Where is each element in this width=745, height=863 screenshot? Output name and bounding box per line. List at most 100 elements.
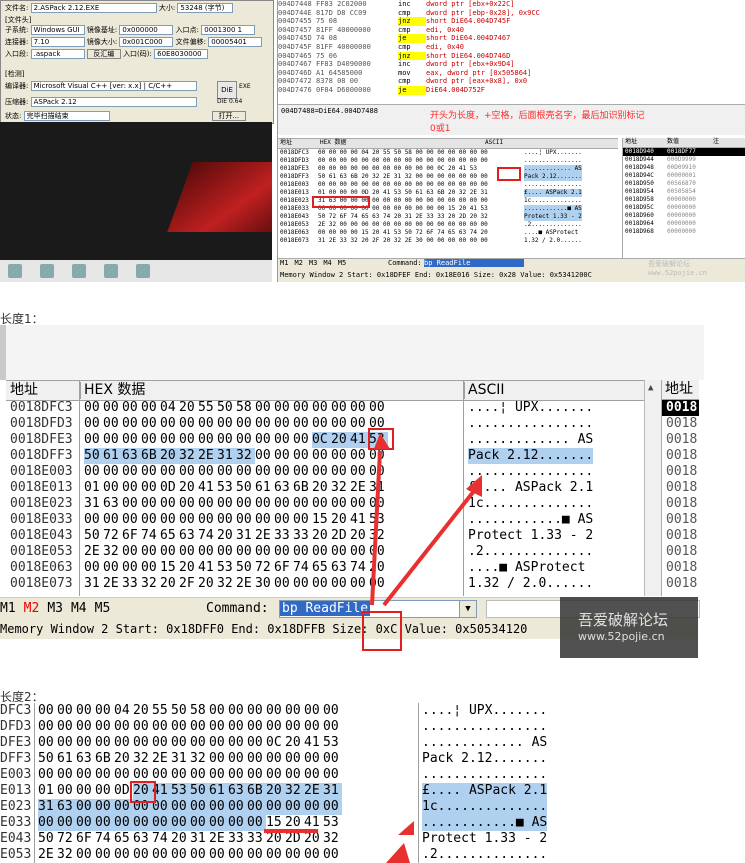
- entry-field[interactable]: 0001300 1: [201, 25, 256, 35]
- imagesize-label: 镜像大小:: [86, 38, 118, 46]
- asm-mnemonic: jnz: [398, 17, 426, 26]
- mini-dump-ascii: 1c..............: [524, 197, 582, 204]
- asm-mnemonic: je: [398, 85, 426, 95]
- mini-memory-tab[interactable]: M4: [323, 259, 331, 267]
- mini-stack-row[interactable]: 0018D960 00000000: [623, 212, 745, 220]
- annotation-line2: 0或1: [430, 124, 451, 134]
- mini-stack-column-header[interactable]: 注: [713, 138, 719, 146]
- ep-section-field[interactable]: .aspack: [30, 49, 85, 59]
- arrowhead-icon: [374, 433, 390, 449]
- asm-line[interactable]: 004D7448 FF83 2C02000 inc dword ptr [ebx+0x…: [278, 0, 745, 9]
- asm-line[interactable]: 004D7476 0F84 D6000000 je DiE64.004D752F: [278, 85, 745, 95]
- mini-dump-hex: 00 00 00 00 04 20 55 50 58 00 00 00 00 0…: [318, 149, 488, 156]
- mini-dump-address: 0018E043: [280, 213, 309, 220]
- packer-field[interactable]: ASPack 2.12: [30, 97, 197, 107]
- mini-dump-row[interactable]: 0018E073 31 2E 33 32 20 2F 20 32 2E 30 00…: [278, 237, 618, 245]
- asm-bytes: 81FF 40000000: [316, 42, 371, 51]
- mini-stack-value: 00000000: [667, 196, 696, 203]
- size-field[interactable]: 53248 (字节): [177, 3, 234, 13]
- mini-dump-column-header[interactable]: 地址: [280, 139, 292, 147]
- mini-dump-column-header[interactable]: HEX 数据: [320, 139, 346, 147]
- mini-memory-tab[interactable]: M3: [309, 259, 317, 267]
- mini-stack-row[interactable]: 0018D94C 00000001: [623, 172, 745, 180]
- asm-mnemonic: inc: [398, 60, 411, 69]
- asm-line[interactable]: 004D7467 FF83 D4090000 inc dword ptr [ebx+0…: [278, 60, 745, 69]
- mini-stack-row[interactable]: 0018D964 00000000: [623, 220, 745, 228]
- mini-stack-row[interactable]: 0018D95C 00000000: [623, 204, 745, 212]
- mini-dump-address: 0018E063: [280, 229, 309, 236]
- imagebase-field[interactable]: 0x000000: [119, 25, 174, 35]
- mini-dump-row[interactable]: 0018E053 2E 32 00 00 00 00 00 00 00 00 00…: [278, 221, 618, 229]
- dock-app-icon[interactable]: [72, 264, 86, 278]
- asm-line[interactable]: 004D7457 81FF 40000000 cmp edi, 0x40: [278, 26, 745, 35]
- file-field[interactable]: 2.ASPack 2.12.EXE: [30, 3, 157, 13]
- dock-app-icon[interactable]: [136, 264, 150, 278]
- dock-app-icon[interactable]: [8, 264, 22, 278]
- disasm-button[interactable]: 反汇编: [86, 49, 121, 59]
- mini-stack-row[interactable]: 0018D944 000D9999: [623, 156, 745, 164]
- mini-stack-address: 0018D948: [625, 164, 654, 171]
- mini-stack-value: 00D09910: [667, 164, 696, 171]
- mini-stack-column-header[interactable]: 地址: [625, 138, 637, 146]
- dock-app-icon[interactable]: [40, 264, 54, 278]
- asm-operand: dword ptr [ebx+0x9D4]: [426, 60, 515, 69]
- asm-bytes: FF83 D4090000: [316, 60, 371, 69]
- mini-dump-hex: 00 00 00 00 00 00 00 00 00 00 00 0C 20 4…: [318, 165, 477, 172]
- asm-line[interactable]: 004D745D 74 08 je short DiE64.004D7467: [278, 34, 745, 43]
- mini-dump-row[interactable]: 0018E003 00 00 00 00 00 00 00 00 00 00 00…: [278, 181, 618, 189]
- mini-dump-ascii: ............■ AS: [524, 205, 582, 213]
- mini-stack-value: 000D9999: [667, 156, 696, 163]
- mini-stack-row[interactable]: 0018D948 00D09910: [623, 164, 745, 172]
- mini-dump-address: 0018E053: [280, 221, 309, 228]
- entry2-field[interactable]: 60E8030000: [154, 49, 209, 59]
- mini-highlight-box: [497, 167, 521, 181]
- imagesize-field[interactable]: 0x001C000: [119, 37, 174, 47]
- file-header-title: [文件头]: [5, 16, 32, 24]
- subsystem-field[interactable]: Windows GUI: [30, 25, 85, 35]
- mini-stack-address: 0018D954: [625, 188, 654, 195]
- mini-dump-row[interactable]: 0018DFD3 00 00 00 00 00 00 00 00 00 00 00…: [278, 157, 618, 165]
- open-button[interactable]: 打开...: [211, 111, 246, 121]
- asm-bytes: 0F84 D6000000: [316, 85, 371, 94]
- mini-dump-row[interactable]: 0018DFE3 00 00 00 00 00 00 00 00 00 00 00…: [278, 165, 618, 173]
- mini-memory-tab[interactable]: M5: [338, 259, 346, 267]
- size-label: 大小:: [158, 4, 176, 12]
- fileoffset-field[interactable]: 00005401: [208, 37, 263, 47]
- mini-command-label: Command:: [388, 259, 422, 267]
- mini-stack-row[interactable]: 0018D950 00566870: [623, 180, 745, 188]
- length-annotation: 开头为长度，+空格，后面根壳名字，最后加识别标记 0或1: [430, 110, 645, 136]
- asm-line[interactable]: 004D7455 75 08 jnz short DiE64.004D745F: [278, 17, 745, 26]
- mini-stack-row[interactable]: 0018D954 00505854: [623, 188, 745, 196]
- mini-stack-address: 0018D94C: [625, 172, 654, 179]
- pe-detector-dialog: 文件名: 2.ASPack 2.12.EXE 大小: 53248 (字节) [文…: [0, 0, 274, 124]
- asm-line[interactable]: 004D746D A1 64585000 mov eax, dword ptr [0x…: [278, 69, 745, 78]
- asm-mnemonic: cmp: [398, 25, 411, 34]
- asm-line[interactable]: 004D7472 8378 08 00 cmp dword ptr [eax+0x8]…: [278, 77, 745, 86]
- asm-address: 004D7472: [278, 77, 312, 86]
- mini-dump-row[interactable]: 0018DFF3 50 61 63 6B 20 32 2E 31 32 00 00…: [278, 173, 618, 181]
- mini-stack-row[interactable]: 0018D958 00000000: [623, 196, 745, 204]
- asm-bytes: 8378 08 00: [316, 77, 359, 86]
- mini-stack-row[interactable]: 0018D968 00000000: [623, 228, 745, 236]
- mini-memory-tab[interactable]: M1: [280, 259, 288, 267]
- mini-dump-row[interactable]: 0018DFC3 00 00 00 00 04 20 55 50 58 00 00…: [278, 149, 618, 157]
- mini-stack-column-header[interactable]: 数值: [667, 138, 679, 146]
- mini-dump-row[interactable]: 0018E063 00 00 00 00 15 20 41 53 50 72 6F…: [278, 229, 618, 237]
- asm-line[interactable]: 004D744E 817D D8 CC09 cmp dword ptr [ebp-0x…: [278, 9, 745, 18]
- mini-dump-row[interactable]: 0018E043 50 72 6F 74 65 63 74 20 31 2E 33…: [278, 213, 618, 221]
- mini-dump-column-header[interactable]: ASCII: [485, 139, 503, 147]
- mini-stack-row[interactable]: 0018D940 0018DF77: [623, 148, 745, 156]
- compiler-field[interactable]: Microsoft Visual C++ [ver: x.x] | C/C++: [30, 81, 197, 91]
- asm-line[interactable]: 004D7465 75 06 jnz short DiE64.004D746D: [278, 51, 745, 61]
- mini-stack-value: 00000000: [667, 228, 696, 235]
- mini-command-input[interactable]: bp ReadFile: [424, 259, 524, 267]
- imagebase-label: 镜像基址:: [86, 26, 118, 34]
- linker-field[interactable]: 7.10: [30, 37, 85, 47]
- disassembly-pane: 004D7448 FF83 2C02000 inc dword ptr [ebx+0x…: [278, 0, 745, 104]
- asm-address: 004D744E: [278, 8, 312, 17]
- mini-dump-hex: 00 00 00 00 00 00 00 00 00 00 00 00 00 0…: [318, 157, 488, 164]
- mini-dump-address: 0018DFC3: [280, 149, 309, 156]
- mini-memory-tab[interactable]: M2: [294, 259, 302, 267]
- dock-app-icon[interactable]: [104, 264, 118, 278]
- asm-line[interactable]: 004D745F 81FF 40000000 cmp edi, 0x40: [278, 43, 745, 52]
